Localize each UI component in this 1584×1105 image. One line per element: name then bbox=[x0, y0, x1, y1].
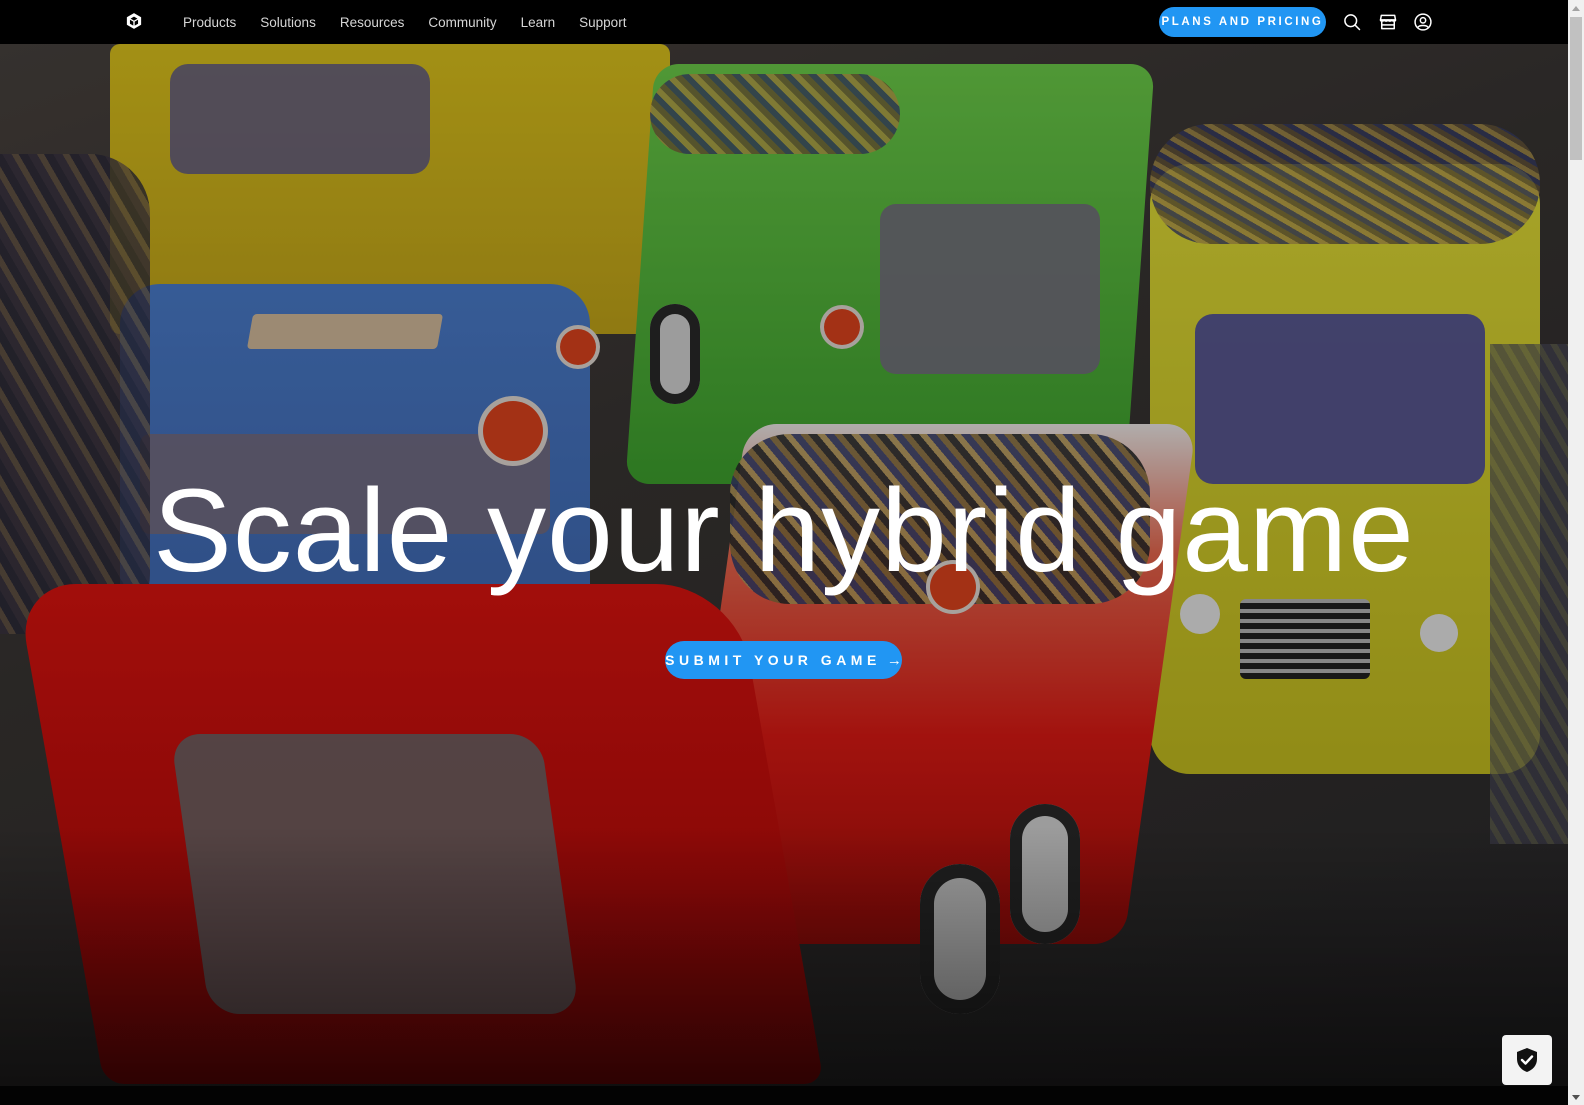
scroll-up-arrow-icon[interactable] bbox=[1568, 0, 1584, 16]
arrow-right-icon: → bbox=[886, 651, 902, 669]
top-navigation: Products Solutions Resources Community L… bbox=[0, 0, 1568, 44]
scrollbar-thumb[interactable] bbox=[1570, 17, 1582, 160]
unity-logo-icon[interactable] bbox=[125, 12, 143, 30]
hero-headline: Scale your hybrid game bbox=[153, 465, 1415, 597]
page-bottom-strip bbox=[0, 1086, 1568, 1105]
store-icon[interactable] bbox=[1378, 12, 1398, 32]
nav-link-resources[interactable]: Resources bbox=[340, 15, 405, 30]
hero-section: Scale your hybrid game SUBMIT YOUR GAME … bbox=[0, 44, 1568, 1086]
nav-link-community[interactable]: Community bbox=[428, 15, 496, 30]
nav-links: Products Solutions Resources Community L… bbox=[183, 0, 650, 44]
nav-link-products[interactable]: Products bbox=[183, 15, 236, 30]
hero-bottom-fade bbox=[0, 826, 1568, 1086]
scroll-down-arrow-icon[interactable] bbox=[1568, 1089, 1584, 1105]
nav-link-support[interactable]: Support bbox=[579, 15, 626, 30]
search-icon[interactable] bbox=[1342, 12, 1362, 32]
submit-button-label: SUBMIT YOUR GAME bbox=[665, 652, 881, 668]
submit-your-game-button[interactable]: SUBMIT YOUR GAME → bbox=[665, 641, 902, 679]
plans-and-pricing-button[interactable]: PLANS AND PRICING bbox=[1159, 7, 1326, 37]
nav-link-solutions[interactable]: Solutions bbox=[260, 15, 316, 30]
account-icon[interactable] bbox=[1413, 12, 1433, 32]
privacy-settings-button[interactable] bbox=[1502, 1035, 1552, 1085]
nav-link-learn[interactable]: Learn bbox=[521, 15, 556, 30]
vertical-scrollbar[interactable] bbox=[1568, 0, 1584, 1105]
shield-check-icon bbox=[1517, 1048, 1537, 1072]
